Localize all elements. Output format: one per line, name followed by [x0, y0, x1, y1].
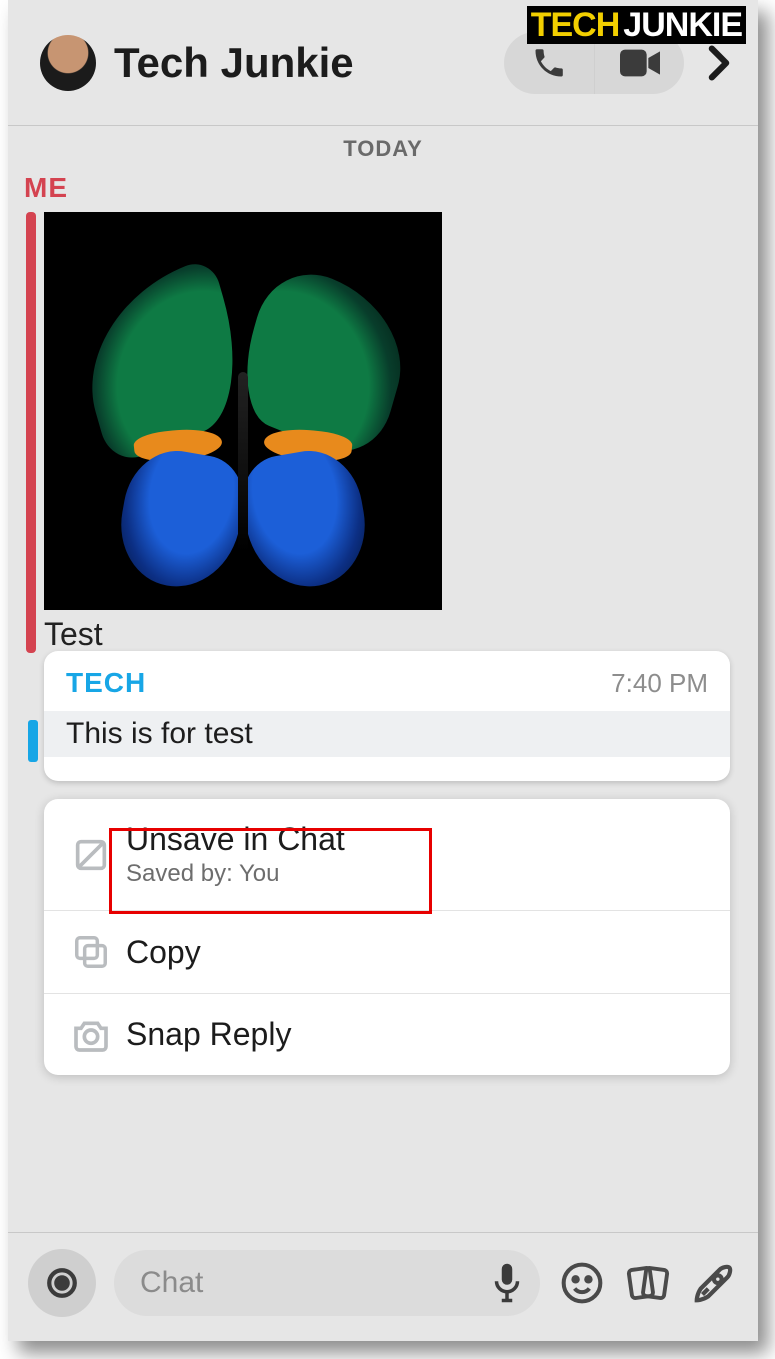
phone-icon — [531, 45, 567, 81]
chat-title: Tech Junkie — [114, 39, 504, 87]
chat-input-bar: Chat — [8, 1232, 758, 1341]
message-action-menu: Unsave in Chat Saved by: You Copy Snap R… — [44, 799, 730, 1075]
watermark: TECHJUNKIE — [527, 6, 746, 45]
rocket-button[interactable] — [690, 1259, 738, 1307]
rocket-icon — [691, 1260, 737, 1306]
camera-icon — [62, 1018, 120, 1052]
popover-body: This is for test — [44, 711, 730, 757]
message-image[interactable] — [44, 212, 442, 610]
camera-shutter-icon — [45, 1266, 79, 1300]
menu-unsave-subtitle: Saved by: You — [126, 860, 345, 888]
microphone-icon[interactable] — [492, 1262, 522, 1304]
date-separator: TODAY — [8, 126, 758, 168]
received-color-bar — [28, 720, 38, 762]
menu-snap-reply[interactable]: Snap Reply — [44, 993, 730, 1075]
sender-me-label: ME — [8, 168, 758, 212]
cards-icon — [625, 1260, 671, 1306]
message-text: Test — [44, 610, 744, 653]
sticker-button[interactable] — [558, 1259, 606, 1307]
chat-screen: TECHJUNKIE Tech Junkie TODAY ME — [8, 0, 758, 1341]
gallery-button[interactable] — [624, 1259, 672, 1307]
menu-copy[interactable]: Copy — [44, 910, 730, 993]
unsave-icon — [62, 835, 120, 875]
watermark-part2: JUNKIE — [621, 6, 746, 44]
menu-unsave-title: Unsave in Chat — [126, 821, 345, 858]
selected-message-card: TECH 7:40 PM This is for test — [44, 651, 730, 781]
avatar[interactable] — [40, 35, 96, 91]
chat-input-placeholder: Chat — [140, 1266, 492, 1300]
popover-sender: TECH — [66, 667, 146, 699]
video-icon — [620, 49, 660, 77]
menu-copy-title: Copy — [126, 934, 201, 971]
copy-icon — [62, 933, 120, 971]
watermark-part1: TECH — [527, 6, 622, 44]
smiley-icon — [560, 1261, 604, 1305]
camera-button[interactable] — [28, 1249, 96, 1317]
popover-time: 7:40 PM — [611, 668, 708, 699]
chevron-right-icon — [708, 45, 730, 81]
chat-input-field[interactable]: Chat — [114, 1250, 540, 1316]
menu-unsave[interactable]: Unsave in Chat Saved by: You — [44, 799, 730, 910]
sender-color-bar — [26, 212, 36, 653]
menu-snapreply-title: Snap Reply — [126, 1016, 291, 1053]
my-message: Test — [26, 212, 744, 653]
